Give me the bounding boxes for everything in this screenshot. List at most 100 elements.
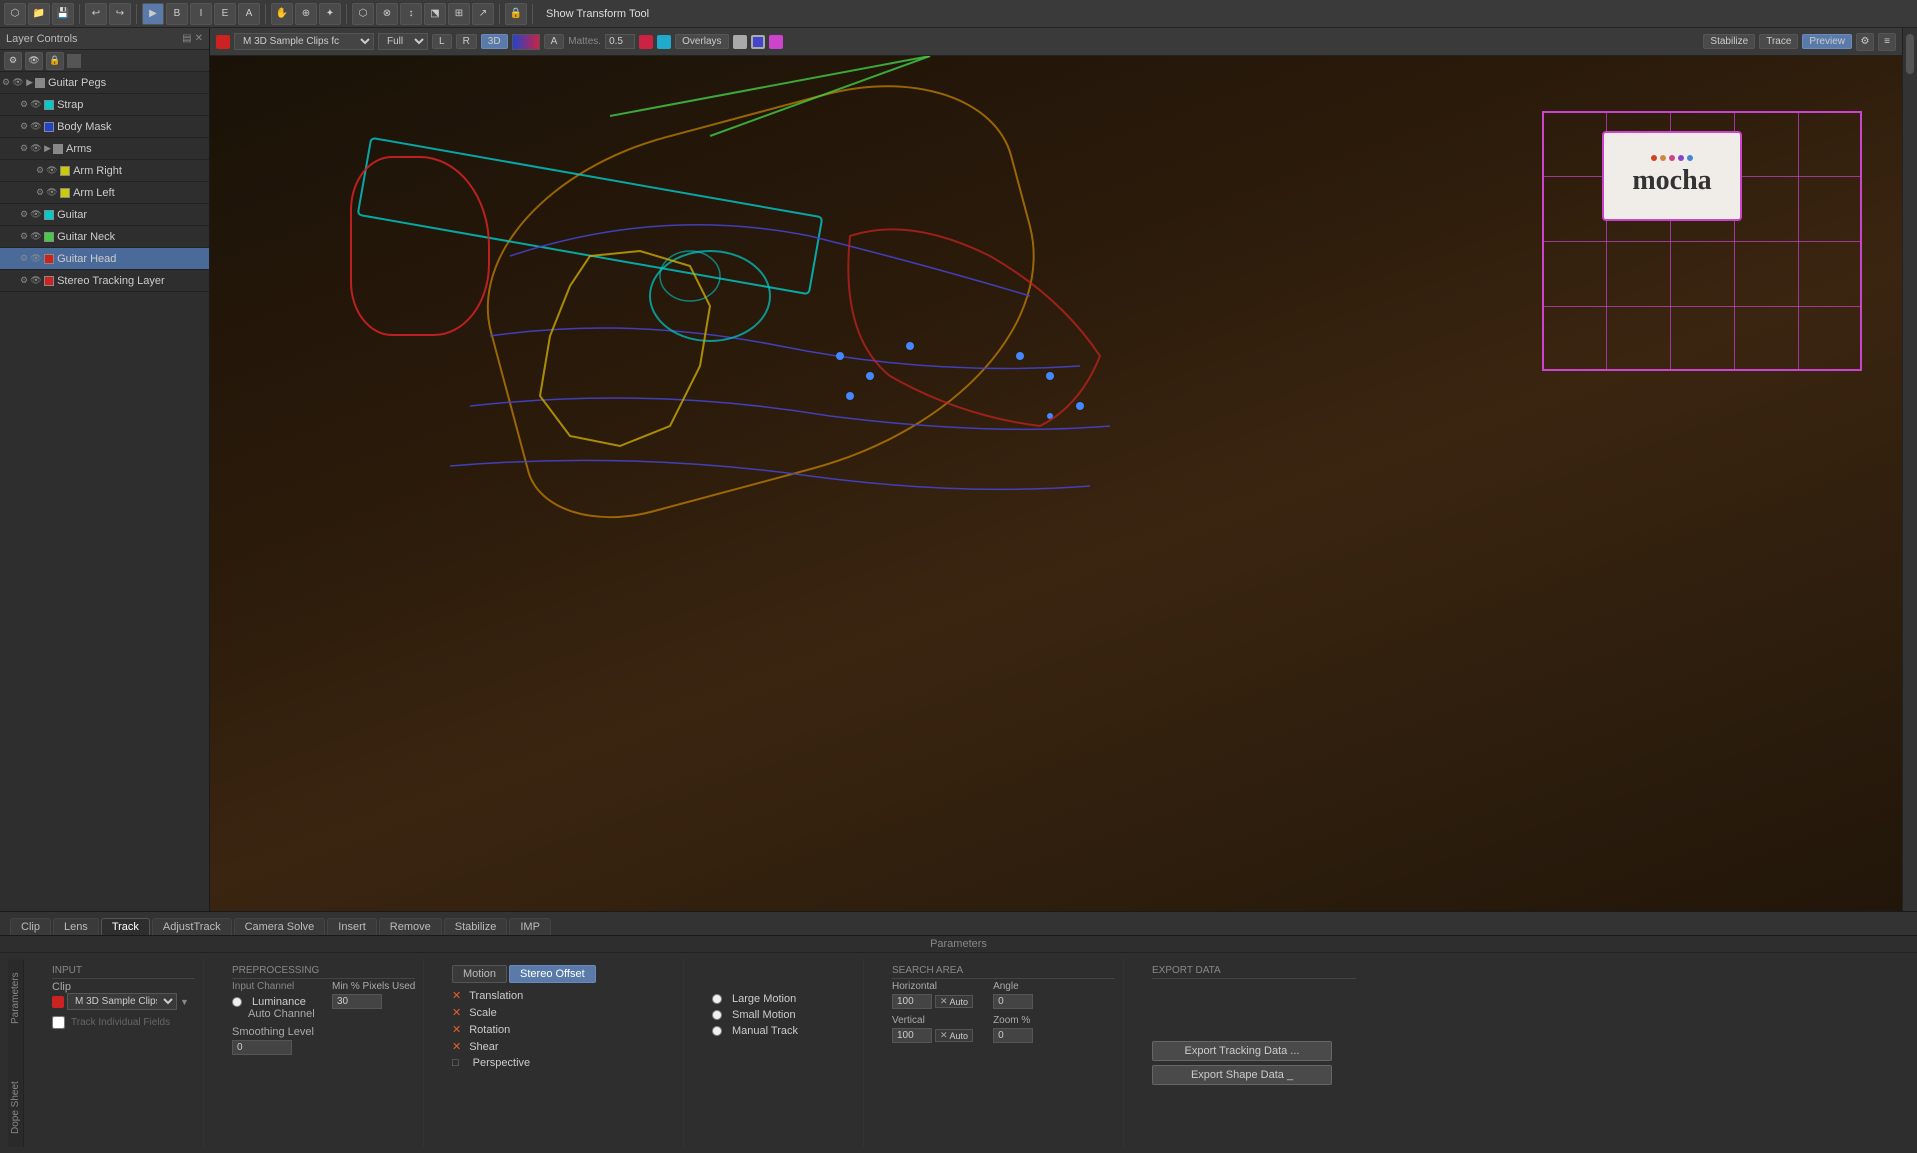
toolbar-btn-i[interactable]: I: [190, 3, 212, 25]
scale-check[interactable]: ✕: [452, 1006, 461, 1019]
export-shape-btn[interactable]: Export Shape Data _: [1152, 1065, 1332, 1085]
gear-icon-1[interactable]: ⚙: [20, 99, 28, 110]
eye-icon-6[interactable]: 👁: [30, 209, 42, 220]
layer-row-arm-right[interactable]: ⚙ 👁 Arm Right: [0, 160, 209, 182]
view-l-btn[interactable]: L: [432, 34, 452, 49]
track-individual-checkbox[interactable]: [52, 1016, 65, 1029]
layer-row-guitar-neck[interactable]: ⚙ 👁 Guitar Neck: [0, 226, 209, 248]
toolbar-btn-e[interactable]: E: [214, 3, 236, 25]
gear-icon-3[interactable]: ⚙: [20, 143, 28, 154]
arrow-icon-3[interactable]: ▶: [44, 143, 51, 154]
manual-track-radio[interactable]: [712, 1026, 722, 1036]
eye-icon-5[interactable]: 👁: [46, 187, 58, 198]
layer-row-guitar-head[interactable]: ⚙ 👁 Guitar Head: [0, 248, 209, 270]
rotation-check[interactable]: ✕: [452, 1023, 461, 1036]
mattes-value[interactable]: [605, 34, 635, 49]
toolbar-btn-1[interactable]: ⬡: [4, 3, 26, 25]
toolbar-btn-shape3[interactable]: ↕: [400, 3, 422, 25]
toolbar-btn-undo[interactable]: ↩: [85, 3, 107, 25]
layer-row-stereo-tracking[interactable]: ⚙ 👁 Stereo Tracking Layer: [0, 270, 209, 292]
toolbar-btn-save[interactable]: 💾: [52, 3, 74, 25]
small-motion-radio[interactable]: [712, 1010, 722, 1020]
gear-icon-5[interactable]: ⚙: [36, 187, 44, 198]
horizontal-auto-btn[interactable]: ✕ Auto: [935, 995, 973, 1008]
zoom-input[interactable]: [993, 1028, 1033, 1043]
stabilize-btn[interactable]: Stabilize: [1703, 34, 1755, 49]
toolbar-btn-shape6[interactable]: ↗: [472, 3, 494, 25]
eye-icon-4[interactable]: 👁: [46, 165, 58, 176]
trace-btn[interactable]: Trace: [1759, 34, 1798, 49]
input-clip-select[interactable]: M 3D Sample Clips: [67, 993, 177, 1010]
tab-remove[interactable]: Remove: [379, 918, 442, 935]
settings-icon[interactable]: ⚙: [1856, 33, 1874, 51]
layer-settings-btn[interactable]: ⚙: [4, 52, 22, 70]
tab-adjusttrack[interactable]: AdjustTrack: [152, 918, 232, 935]
large-motion-radio[interactable]: [712, 994, 722, 1004]
toolbar-btn-lock[interactable]: 🔒: [505, 3, 527, 25]
eye-icon-2[interactable]: 👁: [30, 121, 42, 132]
view-r-btn[interactable]: R: [456, 34, 477, 49]
vertical-input[interactable]: [892, 1028, 932, 1043]
layer-eye-btn[interactable]: 👁: [25, 52, 43, 70]
tab-imp[interactable]: IMP: [509, 918, 551, 935]
toolbar-btn-zoom[interactable]: ⊕: [295, 3, 317, 25]
toolbar-btn-transform[interactable]: ✦: [319, 3, 341, 25]
layer-controls-icon-1[interactable]: ▤: [182, 33, 191, 44]
layer-row-arm-left[interactable]: ⚙ 👁 Arm Left: [0, 182, 209, 204]
tab-insert[interactable]: Insert: [327, 918, 377, 935]
eye-icon-3[interactable]: 👁: [30, 143, 42, 154]
view-3d-btn[interactable]: 3D: [481, 34, 508, 49]
alpha-btn[interactable]: A: [544, 34, 565, 49]
motion-tab-stereo[interactable]: Stereo Offset: [509, 965, 596, 983]
translation-check[interactable]: ✕: [452, 989, 461, 1002]
layer-lock-btn[interactable]: 🔒: [46, 52, 64, 70]
min-pixels-input[interactable]: [332, 994, 382, 1009]
extra-btn[interactable]: ≡: [1878, 33, 1896, 51]
toolbar-btn-shape1[interactable]: ⬡: [352, 3, 374, 25]
motion-tab-motion[interactable]: Motion: [452, 965, 507, 983]
gear-icon-7[interactable]: ⚙: [20, 231, 28, 242]
toolbar-btn-shape2[interactable]: ⊗: [376, 3, 398, 25]
toolbar-btn-a[interactable]: A: [238, 3, 260, 25]
toolbar-btn-pan[interactable]: ✋: [271, 3, 293, 25]
clip-name-select[interactable]: M 3D Sample Clips fc: [234, 33, 374, 50]
shear-check[interactable]: ✕: [452, 1040, 461, 1053]
right-scrollbar[interactable]: [1906, 34, 1914, 74]
layer-row-arms[interactable]: ⚙ 👁 ▶ Arms: [0, 138, 209, 160]
luminance-radio[interactable]: [232, 997, 242, 1007]
layer-row-body-mask[interactable]: ⚙ 👁 Body Mask: [0, 116, 209, 138]
tab-stabilize[interactable]: Stabilize: [444, 918, 508, 935]
gear-icon-0[interactable]: ⚙: [2, 77, 10, 88]
gear-icon-8[interactable]: ⚙: [20, 253, 28, 264]
layer-row-guitar[interactable]: ⚙ 👁 Guitar: [0, 204, 209, 226]
toolbar-btn-b[interactable]: B: [166, 3, 188, 25]
export-tracking-btn[interactable]: Export Tracking Data ...: [1152, 1041, 1332, 1061]
eye-icon-7[interactable]: 👁: [30, 231, 42, 242]
toolbar-btn-redo[interactable]: ↪: [109, 3, 131, 25]
smoothing-input[interactable]: [232, 1040, 292, 1055]
view-mode-select[interactable]: Full: [378, 33, 428, 50]
vertical-auto-btn[interactable]: ✕ Auto: [935, 1029, 973, 1042]
layer-row-guitar-pegs[interactable]: ⚙ 👁 ▶ Guitar Pegs: [0, 72, 209, 94]
tab-camera-solve[interactable]: Camera Solve: [234, 918, 326, 935]
eye-icon-9[interactable]: 👁: [30, 275, 42, 286]
gear-icon-6[interactable]: ⚙: [20, 209, 28, 220]
preview-btn[interactable]: Preview: [1802, 34, 1852, 49]
tab-clip[interactable]: Clip: [10, 918, 51, 935]
layer-color-btn[interactable]: [67, 54, 81, 68]
layer-controls-icon-2[interactable]: ✕: [195, 33, 203, 44]
horizontal-input[interactable]: [892, 994, 932, 1009]
toolbar-btn-shape4[interactable]: ⬔: [424, 3, 446, 25]
eye-icon-1[interactable]: 👁: [30, 99, 42, 110]
eye-icon-8[interactable]: 👁: [30, 253, 42, 264]
overlays-btn[interactable]: Overlays: [675, 34, 728, 49]
clip-dropdown-arrow[interactable]: ▼: [180, 997, 189, 1007]
toolbar-btn-select[interactable]: ▶: [142, 3, 164, 25]
angle-input[interactable]: [993, 994, 1033, 1009]
gear-icon-2[interactable]: ⚙: [20, 121, 28, 132]
tab-track[interactable]: Track: [101, 918, 150, 935]
eye-icon-0[interactable]: 👁: [12, 77, 24, 88]
toolbar-btn-open[interactable]: 📁: [28, 3, 50, 25]
layer-row-strap[interactable]: ⚙ 👁 Strap: [0, 94, 209, 116]
arrow-icon-0[interactable]: ▶: [26, 77, 33, 88]
